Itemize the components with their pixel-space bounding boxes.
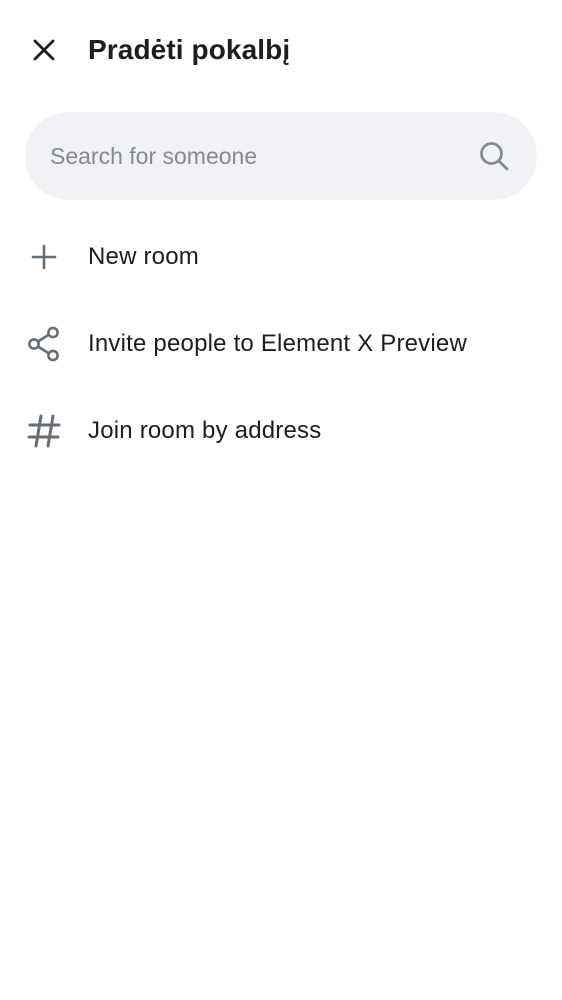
search-input[interactable]: [50, 112, 470, 200]
join-room-label: Join room by address: [88, 417, 322, 444]
invite-people-label: Invite people to Element X Preview: [88, 330, 467, 357]
invite-people-item[interactable]: Invite people to Element X Preview: [0, 300, 562, 387]
close-button[interactable]: [20, 26, 68, 74]
hash-icon: [26, 413, 62, 449]
share-icon: [26, 326, 62, 362]
plus-icon: [26, 239, 62, 275]
new-room-label: New room: [88, 243, 199, 270]
page-title: Pradėti pokalbį: [88, 34, 291, 65]
search-icon: [480, 142, 509, 171]
new-room-item[interactable]: New room: [0, 213, 562, 300]
top-app-bar: Pradėti pokalbį: [0, 0, 562, 100]
search-bar[interactable]: [25, 112, 537, 200]
join-room-item[interactable]: Join room by address: [0, 387, 562, 474]
close-icon: [33, 39, 55, 61]
